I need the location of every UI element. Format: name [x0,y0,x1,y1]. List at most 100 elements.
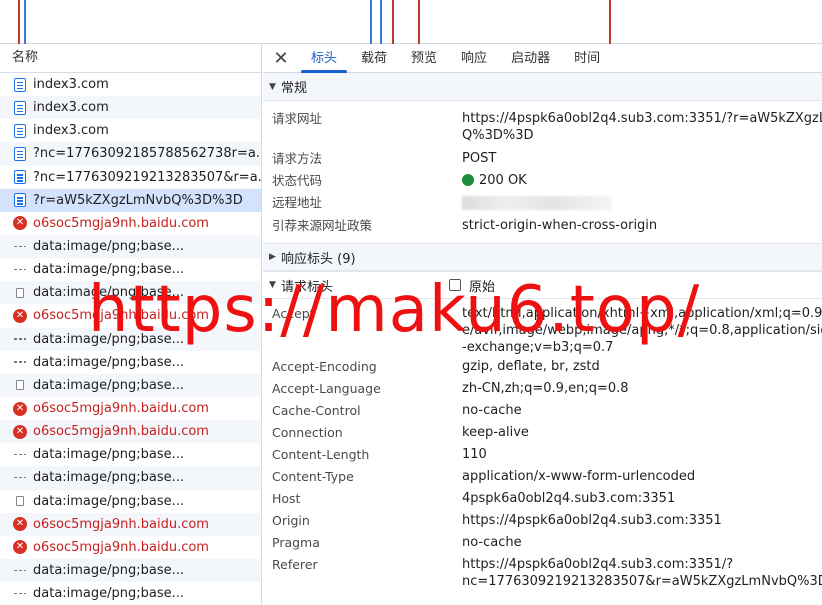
request-name: o6soc5mgja9nh.baidu.com [33,401,209,417]
header-value[interactable]: zh-CN,zh;q=0.9,en;q=0.8 [462,378,629,397]
header-row: Content-Type application/x-www-form-urlen… [263,466,822,488]
request-name: data:image/png;base... [33,354,185,370]
request-row[interactable]: ✕ o6soc5mgja9nh.baidu.com [0,212,261,235]
doc-icon [13,123,27,138]
request-row[interactable]: data:image/png;base... [0,443,261,466]
request-row[interactable]: data:image/png;base... [0,327,261,351]
header-value[interactable]: keep-alive [462,422,529,441]
triangle-down-icon: ▼ [269,81,276,92]
header-value[interactable]: 110 [462,444,487,463]
request-row[interactable]: data:image/png;base... [0,351,261,374]
header-value[interactable]: no-cache [462,400,522,419]
request-row[interactable]: data:image/png;base... [0,490,261,513]
tab-preview[interactable]: 预览 [399,44,449,73]
file-icon [13,378,27,392]
request-headers-section-header[interactable]: ▼ 请求标头 原始 [263,271,822,299]
request-name: o6soc5mgja9nh.baidu.com [33,539,209,555]
request-method-key: 请求方法 [272,151,323,166]
remote-address-key: 远程地址 [272,195,323,210]
header-value[interactable]: 4pspk6a0obl2q4.sub3.com:3351 [462,488,675,507]
request-row[interactable]: ✕ o6soc5mgja9nh.baidu.com [0,397,261,420]
triangle-down-icon: ▼ [269,280,276,290]
request-row[interactable]: data:image/png;base... [0,234,261,259]
request-row[interactable]: index3.com [0,96,261,120]
request-name: o6soc5mgja9nh.baidu.com [33,424,209,440]
request-row[interactable]: index3.com [0,119,261,142]
header-value[interactable]: text/html,application/xhtml+xml,applicat… [462,303,822,356]
image-icon [13,471,27,485]
image-icon [13,332,27,346]
raw-checkbox[interactable] [449,279,462,291]
header-key: Content-Type [272,469,354,484]
header-key: Cache-Control [272,403,361,418]
request-row[interactable]: data:image/png;base... [0,582,261,605]
doc-icon [13,170,27,185]
request-method-value[interactable]: POST [462,148,496,167]
file-icon [13,494,27,508]
waterfall-line [418,0,420,44]
tab-response[interactable]: 响应 [449,44,499,73]
request-row[interactable]: index3.com [0,73,261,96]
request-name: ?nc=1776309219213283507&r=a... [33,169,261,185]
request-name: data:image/png;base... [33,285,185,301]
close-icon[interactable]: ✕ [263,44,299,73]
request-row[interactable]: ✕ o6soc5mgja9nh.baidu.com [0,536,261,559]
status-code-value[interactable]: 200 OK [462,170,527,189]
request-details-panel: ✕ 标头 载荷 预览 响应 启动器 时间 ▼ 常规 请求网址 https://4… [263,44,822,605]
header-row: Accept-Encoding gzip, deflate, br, zstd [263,356,822,378]
request-url-value[interactable]: https://4pspk6a0obl2q4.sub3.com:3351/?r=… [462,108,822,144]
doc-icon [13,77,27,92]
request-row[interactable]: data:image/png;base... [0,258,261,281]
tab-payload[interactable]: 载荷 [349,44,399,73]
request-name: data:image/png;base... [33,493,185,509]
tab-timing[interactable]: 时间 [562,44,612,73]
request-row[interactable]: ✕ o6soc5mgja9nh.baidu.com [0,420,261,444]
request-row[interactable]: ?nc=1776309219213283507&r=a... [0,166,261,189]
doc-icon [13,193,27,208]
image-icon [13,448,27,462]
waterfall-line [18,0,20,44]
doc-icon [13,146,27,161]
header-value[interactable]: application/x-www-form-urlencoded [462,466,695,485]
error-icon: ✕ [13,401,27,416]
redacted-address [462,196,612,210]
header-value[interactable]: gzip, deflate, br, zstd [462,356,600,375]
doc-icon [13,100,27,115]
request-row[interactable]: ✕ o6soc5mgja9nh.baidu.com [0,512,261,536]
waterfall-line [609,0,611,44]
header-row: Connection keep-alive [263,422,822,444]
name-column-header[interactable]: 名称 [0,44,261,73]
request-row[interactable]: data:image/png;base... [0,466,261,490]
request-row[interactable]: data:image/png;base... [0,373,261,397]
header-key: Accept-Language [272,381,381,396]
response-headers-section-header[interactable]: ▶ 响应标头 (9) [263,243,822,271]
request-name: o6soc5mgja9nh.baidu.com [33,516,209,532]
request-name: data:image/png;base... [33,377,185,393]
header-value[interactable]: no-cache [462,532,522,551]
header-key: Accept-Encoding [272,359,377,374]
general-section-header[interactable]: ▼ 常规 [263,73,822,101]
header-value[interactable]: https://4pspk6a0obl2q4.sub3.com:3351/? n… [462,554,822,590]
status-code-key: 状态代码 [272,173,323,188]
request-name: index3.com [33,100,109,116]
header-row: Host 4pspk6a0obl2q4.sub3.com:3351 [263,488,822,510]
request-row[interactable]: ?nc=17763092185788562738r=a... [0,142,261,166]
tab-initiator[interactable]: 启动器 [499,44,562,73]
request-row[interactable]: ✕ o6soc5mgja9nh.baidu.com [0,304,261,327]
error-icon: ✕ [13,308,27,323]
request-row[interactable]: data:image/png;base... [0,281,261,305]
referrer-policy-value[interactable]: strict-origin-when-cross-origin [462,215,657,234]
request-name: data:image/png;base... [33,470,185,486]
request-row[interactable]: ?r=aW5kZXgzLmNvbQ%3D%3D [0,188,261,212]
header-value[interactable]: https://4pspk6a0obl2q4.sub3.com:3351 [462,510,722,529]
status-code-text: 200 OK [479,173,527,188]
request-row[interactable]: data:image/png;base... [0,558,261,583]
waterfall-line [370,0,372,44]
request-name: index3.com [33,77,109,93]
request-name: index3.com [33,123,109,139]
request-name: ?nc=17763092185788562738r=a... [33,146,261,162]
tab-headers[interactable]: 标头 [299,44,349,73]
raw-toggle[interactable]: 原始 [449,276,495,295]
image-icon [13,240,27,254]
remote-address-value[interactable] [462,192,612,215]
